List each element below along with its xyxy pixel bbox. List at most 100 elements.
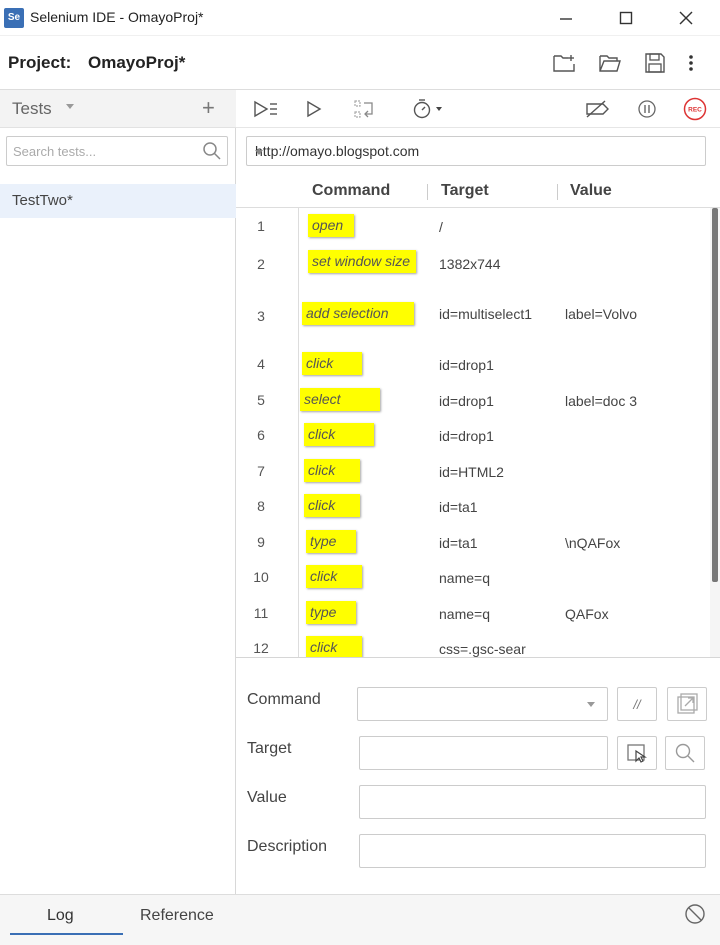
command-cell: click	[304, 423, 374, 446]
table-row[interactable]: 6 click id=drop1	[236, 417, 710, 453]
playback-toolbar: REC	[236, 90, 720, 128]
project-menu-button[interactable]	[678, 50, 704, 76]
value-input[interactable]	[359, 785, 706, 819]
select-target-button[interactable]	[617, 736, 657, 770]
record-icon: REC	[683, 97, 707, 121]
search-tests-input[interactable]	[13, 142, 193, 160]
pause-icon	[638, 100, 656, 118]
table-row[interactable]: 4 click id=drop1	[236, 346, 710, 382]
table-row[interactable]: 2 set window size 1382x744	[236, 244, 710, 294]
scrollbar-thumb[interactable]	[712, 208, 718, 582]
minimize-button[interactable]	[544, 4, 588, 32]
table-row[interactable]: 10 click name=q	[236, 559, 710, 595]
table-row[interactable]: 11 type name=q QAFox	[236, 595, 710, 630]
close-icon	[679, 11, 693, 25]
open-reference-button[interactable]	[667, 687, 707, 721]
tests-header: Tests +	[0, 90, 236, 128]
base-url-dropdown[interactable]: http://omayo.blogspot.com	[246, 136, 706, 166]
target-cell: id=multiselect1	[439, 306, 532, 322]
table-row[interactable]: 1 open /	[236, 208, 710, 244]
table-row[interactable]: 12 click css=.gsc-sear	[236, 630, 710, 657]
column-header-value: Value	[570, 182, 612, 199]
disable-breakpoints-button[interactable]	[582, 96, 612, 122]
target-cell: css=.gsc-sear	[439, 641, 526, 657]
command-cell: click	[304, 494, 360, 517]
target-cell: id=drop1	[439, 393, 494, 409]
project-label: Project:	[8, 53, 72, 72]
pause-on-exceptions-button[interactable]	[634, 96, 660, 122]
value-cell: \nQAFox	[565, 535, 621, 551]
run-current-test-button[interactable]	[302, 96, 326, 122]
target-cell: name=q	[439, 606, 490, 622]
command-cell: set window size	[308, 250, 416, 273]
description-input[interactable]	[359, 834, 706, 868]
command-field-label: Command	[247, 691, 321, 708]
new-folder-icon	[553, 55, 575, 72]
project-bar: Project: OmayoProj*	[0, 36, 720, 90]
command-cell: open	[308, 214, 354, 237]
table-row[interactable]: 5 select id=drop1 label=doc 3	[236, 382, 710, 417]
target-cell: id=ta1	[439, 535, 478, 551]
column-divider	[557, 184, 558, 200]
test-list-item[interactable]: TestTwo*	[0, 184, 236, 218]
save-project-button[interactable]	[642, 50, 668, 76]
selenium-logo-icon: Se	[4, 8, 24, 28]
chevron-down-icon[interactable]	[66, 104, 74, 109]
select-target-icon	[627, 744, 647, 763]
target-cell: id=drop1	[439, 357, 494, 373]
record-button[interactable]: REC	[682, 96, 708, 122]
row-number: 8	[257, 498, 265, 514]
title-bar: Se Selenium IDE - OmayoProj*	[0, 0, 720, 36]
command-cell: type	[306, 530, 356, 553]
window-title: Selenium IDE - OmayoProj*	[30, 9, 204, 25]
table-row[interactable]: 9 type id=ta1 \nQAFox	[236, 524, 710, 559]
test-speed-button[interactable]	[408, 96, 448, 122]
comment-toggle-button[interactable]: //	[617, 687, 657, 721]
target-cell: 1382x744	[439, 256, 501, 272]
table-header: Command Target Value	[236, 174, 720, 208]
row-number: 7	[257, 463, 265, 479]
run-all-icon	[254, 100, 277, 118]
comment-icon: //	[633, 696, 641, 712]
external-link-icon	[677, 693, 698, 714]
table-scrollbar[interactable]	[710, 208, 720, 657]
tests-dropdown[interactable]: Tests	[12, 99, 52, 119]
row-number: 2	[257, 256, 265, 272]
tab-log[interactable]: Log	[47, 907, 74, 925]
chevron-down-icon[interactable]	[255, 150, 263, 155]
command-editor: Command // Target Value Description	[236, 658, 720, 894]
target-input[interactable]	[359, 736, 608, 770]
row-number: 5	[257, 392, 265, 408]
main-panel: REC http://omayo.blogspot.com Command Ta…	[236, 90, 720, 894]
open-project-button[interactable]	[597, 50, 623, 76]
project-name[interactable]: OmayoProj*	[88, 53, 185, 73]
close-window-button[interactable]	[664, 4, 708, 32]
record-label: REC	[688, 107, 702, 114]
command-cell: click	[306, 636, 362, 657]
tests-sidebar: Tests + TestTwo*	[0, 90, 236, 894]
target-cell: /	[439, 219, 443, 235]
maximize-button[interactable]	[604, 4, 648, 32]
table-row[interactable]: 3 add selection id=multiselect1 label=Vo…	[236, 294, 710, 346]
step-over-button[interactable]	[352, 96, 378, 122]
description-field-label: Description	[247, 838, 328, 855]
tab-reference[interactable]: Reference	[140, 907, 214, 925]
add-test-button[interactable]: +	[202, 96, 215, 120]
search-icon[interactable]	[202, 141, 222, 161]
save-icon	[645, 53, 665, 73]
find-target-button[interactable]	[665, 736, 705, 770]
run-all-tests-button[interactable]	[252, 96, 280, 122]
clear-log-icon[interactable]	[684, 903, 706, 925]
column-divider	[427, 184, 428, 200]
caret-down-icon	[436, 107, 442, 111]
command-select[interactable]	[357, 687, 608, 721]
active-tab-underline	[10, 933, 123, 935]
table-row[interactable]: 7 click id=HTML2	[236, 453, 710, 488]
column-header-command: Command	[312, 182, 391, 199]
new-project-button[interactable]	[551, 50, 577, 76]
minimize-icon	[560, 18, 572, 20]
table-row[interactable]: 8 click id=ta1	[236, 488, 710, 524]
command-table: Command Target Value 1 open / 2 set wind…	[236, 174, 720, 658]
chevron-down-icon	[587, 702, 595, 707]
step-over-icon	[354, 100, 373, 118]
